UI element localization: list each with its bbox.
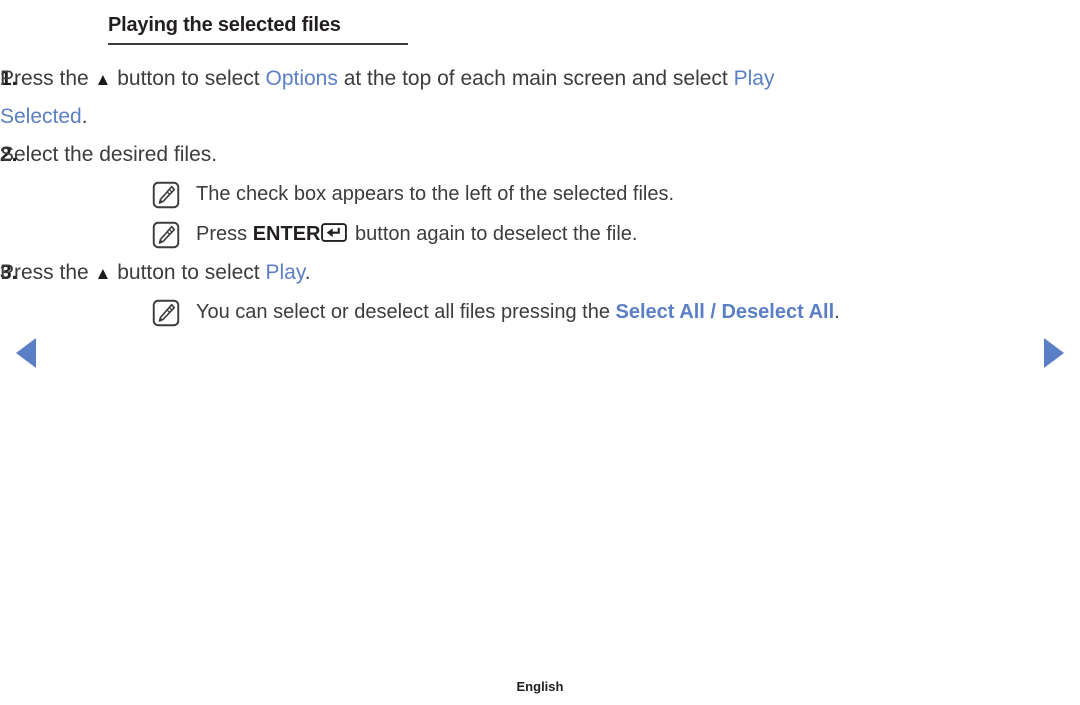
body-text: . [81,105,88,128]
body-text: The check box appears to the left of the… [196,183,675,205]
body-text: Select the desired files. [0,143,218,166]
body-text: button to select [111,261,266,284]
note-text: The check box appears to the left of the… [180,174,674,214]
note-row: Press ENTER button again to deselect the… [0,214,1080,254]
highlight-term-strong: Select All / Deselect All [615,301,835,323]
up-arrow-button-glyph: ▲ [94,264,112,283]
body-text: Press the [0,67,95,90]
body-text: . [834,301,840,323]
note-text: You can select or deselect all files pre… [180,292,840,332]
step-text: Press the ▲ button to select Options at … [0,60,830,136]
body-text: at the top of each main screen and selec… [337,67,734,90]
instruction-step: 1. Press the ▲ button to select Options a… [0,60,1080,136]
highlight-term: Options [265,67,338,90]
body-text: Press the [0,261,95,284]
title-underline [108,43,408,45]
note-pencil-icon [152,221,180,249]
manual-page: Playing the selected files 1. Press the ▲… [0,0,1080,705]
note-pencil-icon [152,181,180,209]
triangle-right-icon[interactable] [1044,338,1064,368]
page-title: Playing the selected files [108,14,341,36]
note-pencil-icon [152,299,180,327]
step-text: Press the ▲ button to select Play. [0,254,311,292]
step-text: Select the desired files. [0,136,217,174]
body-text: button to select [111,67,266,90]
enter-key-glyph [321,223,348,242]
footer-language-label: English [516,679,564,694]
up-arrow-button-glyph: ▲ [94,70,112,89]
body-text: . [304,261,311,284]
triangle-left-icon[interactable] [16,338,36,368]
instruction-step: 2. Select the desired files. The check box… [0,136,1080,254]
step-row: 2. Select the desired files. [0,136,1080,174]
note-row: The check box appears to the left of the… [0,174,1080,214]
highlight-term: Play [265,261,305,284]
emphasis-term: ENTER [252,223,321,245]
step-row: 1. Press the ▲ button to select Options a… [0,60,1080,136]
note-row: You can select or deselect all files pre… [0,292,1080,332]
step-row: 3. Press the ▲ button to select Play. [0,254,1080,292]
body-text: Press [196,223,253,245]
note-text: Press ENTER button again to deselect the… [180,214,637,254]
body-text: button again to deselect the file. [349,223,638,245]
body-text: You can select or deselect all files pre… [196,301,616,323]
instruction-step: 3. Press the ▲ button to select Play. You … [0,254,1080,332]
instruction-list: 1. Press the ▲ button to select Options a… [0,60,1080,332]
